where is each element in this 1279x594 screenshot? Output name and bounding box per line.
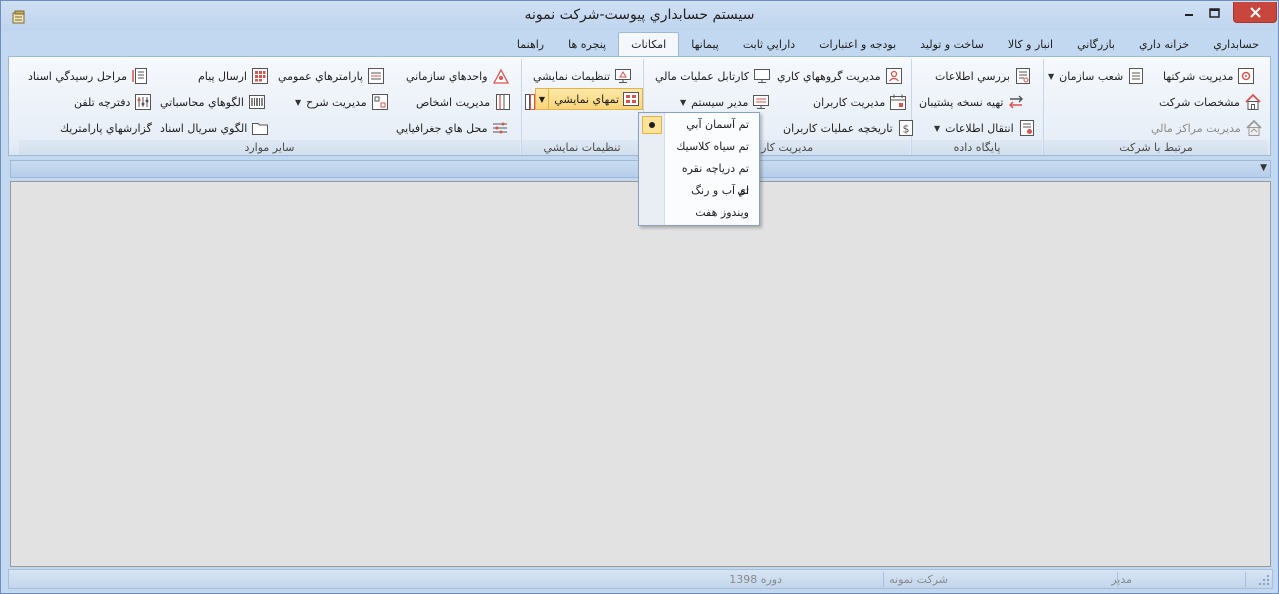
status-bar: مدير شركت نمونه دوره 1398	[8, 569, 1273, 589]
tab-help[interactable]: راهنما	[505, 33, 556, 57]
send-message-button[interactable]: ارسال پيام	[197, 65, 269, 87]
title-bar: سيستم حسابداري پيوست-شركت نمونه	[1, 1, 1278, 31]
dollar-doc-icon: $	[897, 119, 915, 137]
general-params-button[interactable]: پارامترهاي عمومي	[277, 65, 385, 87]
group-database: بررسي اطلاعات تهيه نسخه پشتيبان انتقال ا…	[911, 59, 1042, 155]
review-doc-icon	[1014, 67, 1032, 85]
geo-locations-button[interactable]: محل هاي جغرافيايي	[395, 117, 509, 139]
tab-fixed-assets[interactable]: دارايي ثابت	[731, 33, 807, 57]
chevron-down-icon: ▼	[934, 123, 941, 133]
param-reports-button[interactable]: گزارشهاي پارامتريك	[59, 117, 153, 139]
phonebook-icon	[134, 93, 152, 111]
menu-item-theme-watercolor[interactable]: تم آب و رنگ	[667, 180, 757, 202]
tab-facilities[interactable]: امكانات	[618, 32, 680, 57]
params-list-icon	[367, 67, 385, 85]
user-group-icon	[885, 67, 903, 85]
org-units-icon	[492, 67, 510, 85]
accounting-patterns-button[interactable]: الگوهاي محاسباتي	[159, 91, 266, 113]
status-divider	[1245, 572, 1246, 587]
minimize-icon	[1185, 14, 1193, 16]
calendar-icon	[889, 93, 907, 111]
group-label-company: مرتبط با شركت	[1044, 140, 1268, 155]
menu-item-theme-silver-lake[interactable]: تم درياچه نقره اي	[667, 158, 757, 197]
system-admin-dropdown[interactable]: مدير سيستم ▼	[680, 91, 770, 113]
company-specs-button[interactable]: مشخصات شركت	[1158, 91, 1262, 113]
ribbon-tabs: حسابداري خزانه داري بازرگاني انبار و كال…	[8, 32, 1271, 57]
backup-button[interactable]: تهيه نسخه پشتيبان	[918, 91, 1025, 113]
status-user: مدير	[1111, 573, 1132, 586]
house-icon	[1244, 93, 1262, 111]
work-groups-button[interactable]: مديريت گروههاي كاري	[776, 65, 903, 87]
group-other: واحدهاي سازماني پارامترهاي عمومي مراحل ر…	[19, 59, 520, 155]
transfer-doc-icon	[1018, 119, 1036, 137]
geo-list-icon	[491, 119, 509, 137]
status-company: شركت نمونه	[889, 573, 948, 586]
theme-dropdown-menu: تم آسمان آبي تم سياه كلاسيك تم درياچه نق…	[638, 112, 760, 226]
manage-companies-button[interactable]: مديريت شركتها	[1162, 65, 1255, 87]
display-settings-button[interactable]: تنظيمات نمايشي	[532, 65, 632, 87]
tab-commerce[interactable]: بازرگاني	[1065, 33, 1127, 57]
monitor-icon	[753, 67, 771, 85]
window-title: سيستم حسابداري پيوست-شركت نمونه	[524, 7, 755, 23]
chevron-down-icon: ▼	[295, 97, 302, 107]
svg-text:$: $	[902, 123, 909, 136]
group-label-display: تنظيمات نمايشي	[522, 140, 642, 155]
org-branches-dropdown[interactable]: شعب سازمان ▼	[1048, 65, 1145, 87]
financial-cartable-button[interactable]: كارتابل عمليات مالي	[654, 65, 771, 87]
desc-manager-dropdown[interactable]: مديريت شرح ▼	[295, 91, 389, 113]
group-label-database: پايگاه داده	[912, 140, 1042, 155]
maximize-icon	[1208, 8, 1220, 18]
menu-item-theme-sky-blue[interactable]: تم آسمان آبي	[667, 114, 757, 136]
barcode-icon	[248, 93, 266, 111]
selected-radio-icon	[642, 116, 662, 134]
tab-budget[interactable]: بودجه و اعتبارات	[807, 33, 908, 57]
folder-icon	[251, 119, 269, 137]
admin-monitor-icon	[752, 93, 770, 111]
resize-grip-icon[interactable]	[1258, 574, 1270, 586]
chevron-down-icon[interactable]: ▼	[536, 89, 549, 109]
status-divider	[883, 572, 884, 587]
group-company: مديريت شركتها شعب سازمان ▼ مشخصات شركت م…	[1043, 59, 1268, 155]
themes-grid-icon	[622, 90, 640, 108]
phonebook-button[interactable]: دفترچه تلفن	[73, 91, 152, 113]
desc-table-icon	[371, 93, 389, 111]
maximize-button[interactable]	[1199, 2, 1229, 24]
tab-manufacturing[interactable]: ساخت و توليد	[908, 33, 996, 57]
display-settings-icon	[614, 67, 632, 85]
tab-treasury[interactable]: خزانه داري	[1127, 33, 1201, 57]
tab-warehouse[interactable]: انبار و كالا	[996, 33, 1065, 57]
mdi-workspace	[10, 181, 1271, 567]
tab-contracts[interactable]: پيمانها	[679, 33, 731, 57]
status-divider	[1117, 572, 1118, 587]
chevron-down-icon: ▼	[680, 97, 687, 107]
close-button[interactable]	[1233, 2, 1277, 23]
group-label-other: ساير موارد	[19, 140, 520, 155]
center-house-icon	[1245, 119, 1263, 137]
doc-approval-button[interactable]: مراحل رسيدگي اسناد	[27, 65, 149, 87]
persons-button[interactable]: مديريت اشخاص	[415, 91, 512, 113]
swap-arrows-icon	[1007, 93, 1025, 111]
app-window: سيستم حسابداري پيوست-شركت نمونه حسابداري…	[0, 0, 1279, 594]
display-themes-dropdown[interactable]: تمهاي نمايشي ▼	[535, 88, 643, 110]
users-button[interactable]: مديريت كاربران	[812, 91, 907, 113]
approval-list-icon	[131, 67, 149, 85]
org-units-button[interactable]: واحدهاي سازماني	[405, 65, 510, 87]
chevron-down-icon: ▼	[1048, 71, 1055, 81]
branches-list-icon	[1127, 67, 1145, 85]
company-gear-icon	[1237, 67, 1255, 85]
close-icon	[1249, 6, 1261, 18]
tab-accounting[interactable]: حسابداري	[1201, 33, 1271, 57]
message-grid-icon	[251, 67, 269, 85]
doc-serial-pattern-button[interactable]: الگوي سريال اسناد	[159, 117, 269, 139]
persons-book-icon	[494, 93, 512, 111]
status-period: دوره 1398	[729, 573, 782, 586]
review-info-button[interactable]: بررسي اطلاعات	[934, 65, 1032, 87]
menu-item-theme-classic-black[interactable]: تم سياه كلاسيك	[667, 136, 757, 158]
financial-centers-button[interactable]: مديريت مراكز مالي	[1150, 117, 1263, 139]
customize-toolbar-icon[interactable]: ▼	[1260, 163, 1267, 173]
tab-windows[interactable]: پنجره ها	[556, 33, 618, 57]
transfer-info-dropdown[interactable]: انتقال اطلاعات ▼	[934, 117, 1036, 139]
menu-item-theme-windows-seven[interactable]: ويندوز هفت	[667, 202, 757, 224]
user-history-button[interactable]: $ تاريخچه عمليات كاربران	[782, 117, 915, 139]
